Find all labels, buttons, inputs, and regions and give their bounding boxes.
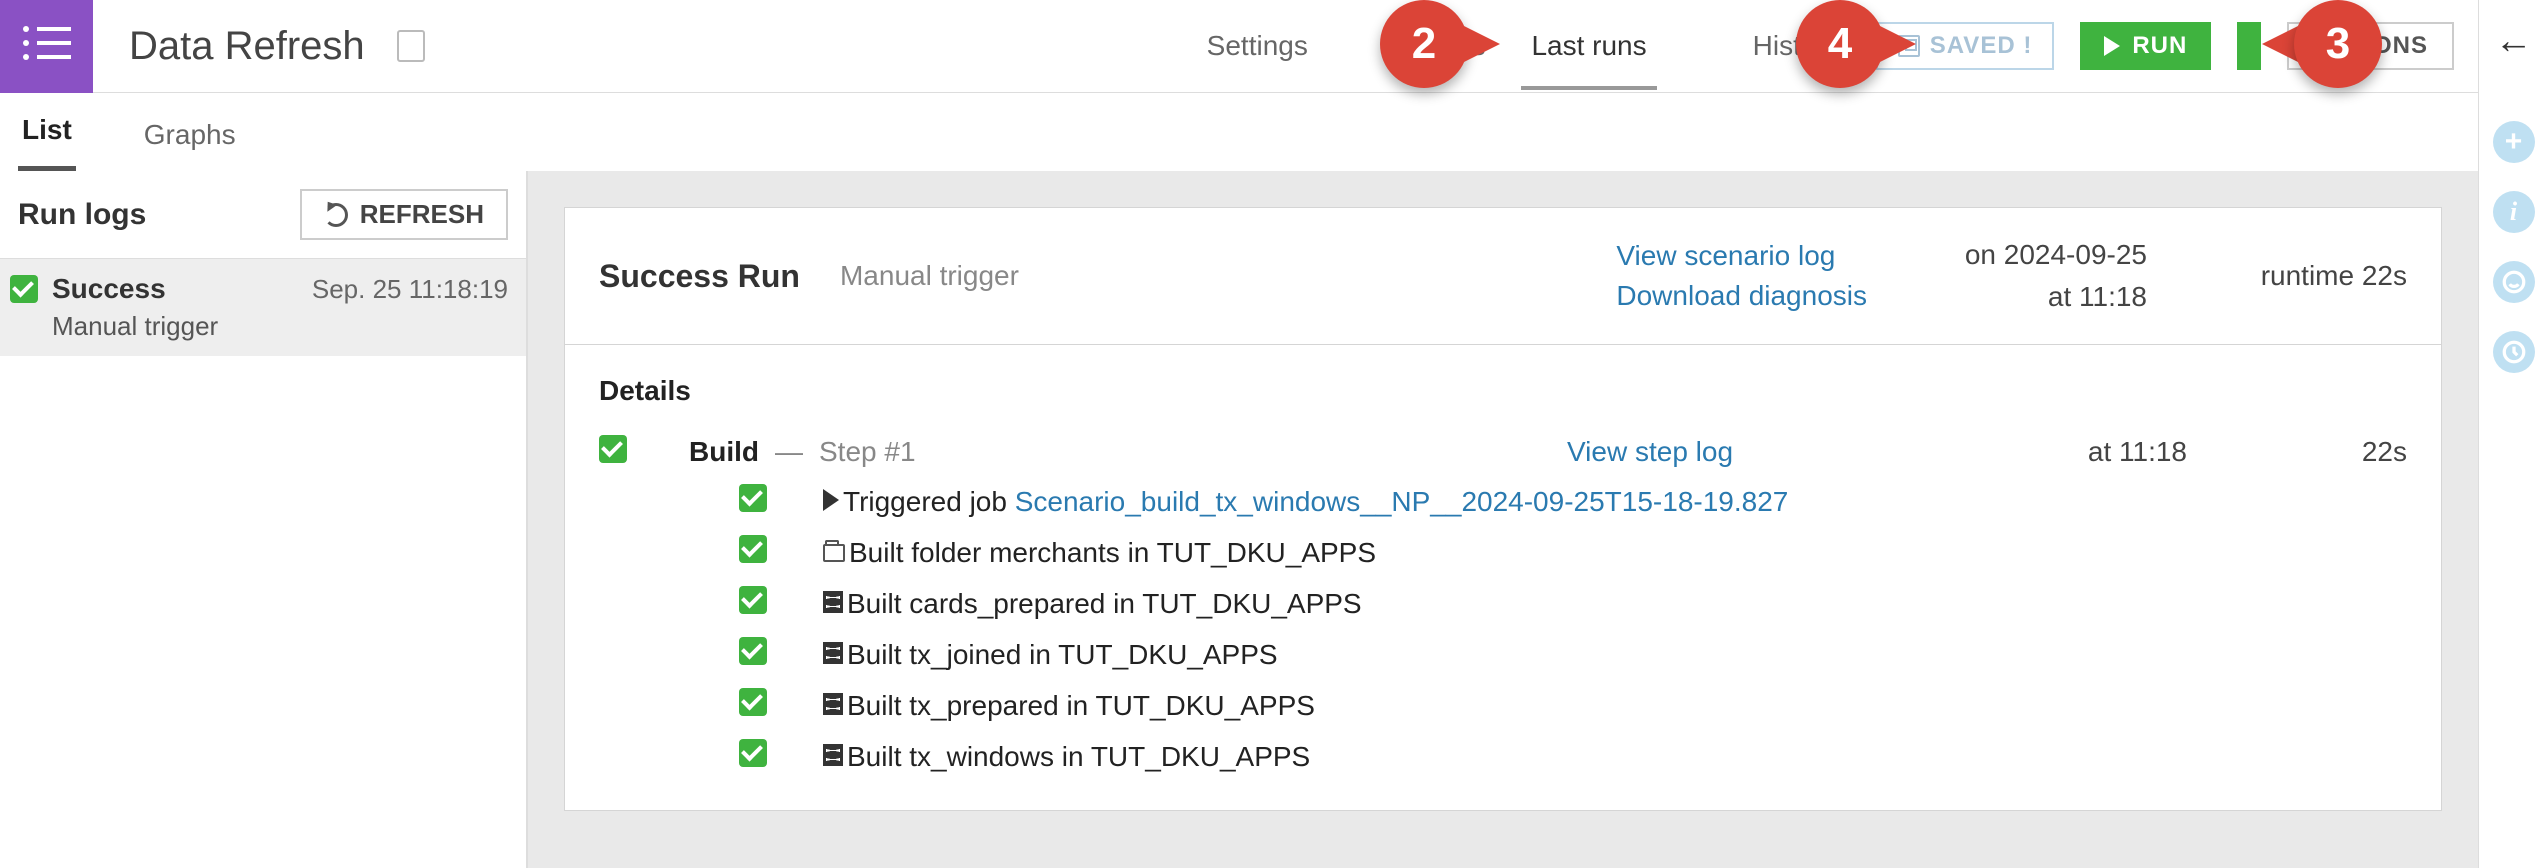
chat-icon bbox=[2501, 269, 2527, 295]
run-logs-title: Run logs bbox=[18, 198, 146, 232]
view-step-log-link[interactable]: View step log bbox=[1567, 436, 1733, 467]
step-row: Build — Step #1 View step log at 11:18 2… bbox=[599, 427, 2407, 476]
list-icon bbox=[23, 26, 71, 66]
callout-4: 4 bbox=[1796, 0, 1916, 88]
success-check-icon bbox=[739, 535, 767, 563]
tab-settings[interactable]: Settings bbox=[1197, 2, 1378, 90]
database-icon bbox=[823, 693, 843, 715]
run-card-trigger: Manual trigger bbox=[840, 260, 1019, 292]
run-logs-panel: Run logs REFRESH Success Sep. 25 11:18:1… bbox=[0, 171, 528, 868]
clock-icon bbox=[2501, 339, 2527, 365]
play-icon bbox=[823, 489, 839, 511]
success-check-icon bbox=[599, 435, 627, 463]
tab-last-runs[interactable]: Last runs bbox=[1521, 2, 1656, 90]
run-log-item[interactable]: Success Sep. 25 11:18:19 Manual trigger bbox=[0, 258, 526, 356]
detail-sub-row: Built tx_joined in TUT_DKU_APPS bbox=[599, 629, 2407, 680]
detail-text: Triggered job Scenario_build_tx_windows_… bbox=[823, 486, 1788, 518]
step-duration: 22s bbox=[2187, 436, 2407, 468]
callout-3: 3 bbox=[2262, 0, 2382, 88]
callout-2: 2 bbox=[1380, 0, 1500, 88]
top-bar: Data Refresh Settings Steps Last runs Hi… bbox=[0, 0, 2478, 93]
page-title: Data Refresh bbox=[129, 24, 365, 69]
detail-sub-row: Triggered job Scenario_build_tx_windows_… bbox=[599, 476, 2407, 527]
copy-icon[interactable] bbox=[397, 30, 425, 62]
database-icon bbox=[823, 744, 843, 766]
detail-text: Built cards_prepared in TUT_DKU_APPS bbox=[823, 588, 1362, 620]
detail-text: Built tx_windows in TUT_DKU_APPS bbox=[823, 741, 1310, 773]
success-check-icon bbox=[739, 586, 767, 614]
run-card-title: Success Run bbox=[599, 258, 800, 295]
run-time: at 11:18 bbox=[1907, 276, 2147, 318]
run-button-extra[interactable] bbox=[2237, 22, 2261, 70]
success-check-icon bbox=[739, 637, 767, 665]
step-name: Build bbox=[689, 436, 759, 468]
detail-sub-row: Built tx_prepared in TUT_DKU_APPS bbox=[599, 680, 2407, 731]
success-check-icon bbox=[10, 275, 38, 303]
refresh-icon bbox=[324, 203, 348, 227]
back-button[interactable]: ← bbox=[2495, 20, 2533, 63]
view-scenario-log-link[interactable]: View scenario log bbox=[1616, 240, 1867, 272]
detail-sub-row: Built cards_prepared in TUT_DKU_APPS bbox=[599, 578, 2407, 629]
success-check-icon bbox=[739, 484, 767, 512]
detail-text: Built tx_joined in TUT_DKU_APPS bbox=[823, 639, 1278, 671]
nav-menu-button[interactable] bbox=[0, 0, 93, 93]
saved-label: SAVED ! bbox=[1930, 32, 2033, 60]
download-diagnosis-link[interactable]: Download diagnosis bbox=[1616, 280, 1867, 312]
database-icon bbox=[823, 591, 843, 613]
refresh-button[interactable]: REFRESH bbox=[300, 189, 508, 240]
detail-text: Built folder merchants in TUT_DKU_APPS bbox=[823, 537, 1376, 569]
sub-tabs: List Graphs bbox=[0, 93, 2478, 171]
step-number: Step #1 bbox=[819, 436, 916, 468]
rail-chat-button[interactable] bbox=[2493, 261, 2535, 303]
detail-text: Built tx_prepared in TUT_DKU_APPS bbox=[823, 690, 1315, 722]
refresh-label: REFRESH bbox=[360, 199, 484, 230]
run-detail-panel: Success Run Manual trigger View scenario… bbox=[528, 171, 2478, 868]
success-check-icon bbox=[739, 688, 767, 716]
rail-info-button[interactable] bbox=[2493, 191, 2535, 233]
step-time: at 11:18 bbox=[1987, 436, 2187, 468]
detail-sub-row: Built folder merchants in TUT_DKU_APPS bbox=[599, 527, 2407, 578]
database-icon bbox=[823, 642, 843, 664]
success-check-icon bbox=[739, 739, 767, 767]
run-trigger: Manual trigger bbox=[52, 311, 508, 342]
subtab-graphs[interactable]: Graphs bbox=[140, 119, 240, 171]
rail-history-button[interactable] bbox=[2493, 331, 2535, 373]
play-icon bbox=[2104, 36, 2120, 56]
rail-add-button[interactable] bbox=[2493, 121, 2535, 163]
step-sep: — bbox=[775, 436, 803, 468]
right-rail: ← bbox=[2478, 0, 2548, 868]
run-date: on 2024-09-25 bbox=[1907, 234, 2147, 276]
run-button[interactable]: RUN bbox=[2080, 22, 2211, 70]
run-timestamp: Sep. 25 11:18:19 bbox=[312, 274, 508, 305]
run-runtime: runtime 22s bbox=[2187, 260, 2407, 292]
run-card: Success Run Manual trigger View scenario… bbox=[564, 207, 2442, 811]
folder-icon bbox=[823, 544, 845, 562]
run-status: Success bbox=[52, 273, 166, 305]
details-title: Details bbox=[599, 375, 2407, 407]
job-link[interactable]: Scenario_build_tx_windows__NP__2024-09-2… bbox=[1015, 486, 1789, 517]
subtab-list[interactable]: List bbox=[18, 114, 76, 171]
run-label: RUN bbox=[2132, 32, 2187, 60]
detail-sub-row: Built tx_windows in TUT_DKU_APPS bbox=[599, 731, 2407, 782]
